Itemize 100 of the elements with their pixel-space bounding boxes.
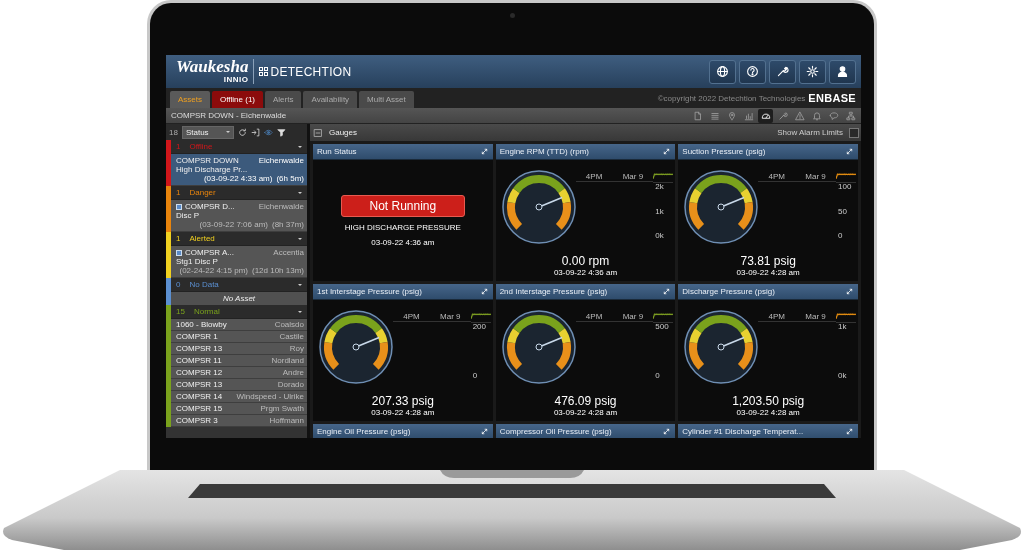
axis-label: Mar 9 <box>622 312 644 321</box>
warning-icon <box>794 110 805 121</box>
asset-row[interactable]: COMPSR 13 Roy <box>171 343 307 355</box>
tab[interactable]: Availability <box>303 91 358 108</box>
asset-row[interactable]: COMPSR DOWN Eichenwalde High Discharge Pr... (03-09-22 4:33 am) (6h 5m) <box>171 154 307 186</box>
group-header[interactable]: 1 Danger <box>171 186 307 200</box>
asset-name: COMPSR 3 <box>176 416 218 425</box>
group-count: 15 <box>176 307 185 316</box>
asset-name: COMPSR 12 <box>176 368 223 377</box>
group-label: Alerted <box>189 234 215 243</box>
reading-time: 03-09-22 4:36 am <box>552 268 619 277</box>
asset-count: 18 <box>169 127 178 137</box>
status-reason: HIGH DISCHARGE PRESSURE <box>344 222 461 232</box>
asset-name: COMPSR DOWN <box>176 156 239 165</box>
site-name: Eichenwalde <box>258 202 304 211</box>
globe-button[interactable] <box>709 59 736 84</box>
expand-icon <box>662 287 672 296</box>
gauge-value: 73.81 psig <box>739 254 797 268</box>
asset-row[interactable]: COMPSR 1 Castile <box>171 331 307 343</box>
grid-icon <box>259 67 269 76</box>
hierarchy-icon <box>845 110 856 121</box>
product-name: DETECHTION <box>270 64 352 79</box>
asset-name: COMPSR 13 <box>176 380 223 389</box>
asset-name: COMPSR 15 <box>176 404 223 413</box>
view-button[interactable] <box>758 108 773 123</box>
group-label: No Data <box>189 280 219 289</box>
tab[interactable]: Offline (1) <box>212 91 263 108</box>
gauge-needle <box>717 336 746 351</box>
group-header[interactable]: 0 No Data <box>171 278 307 292</box>
wrench-icon <box>776 65 789 78</box>
empty-message: No Asset <box>222 294 256 303</box>
asset-row[interactable]: 1060 - Blowby Coalsdo <box>171 319 307 331</box>
card-title: 2nd Interstage Pressure (psig) <box>499 287 608 296</box>
site-name: Prgm Swath <box>260 404 304 413</box>
asset-row[interactable]: COMPSR A... Accentia Stg1 Disc P (02-24-22 4:15 pm) (12d 10h 13m) <box>171 246 307 278</box>
gauge-value: 1,203.50 psig <box>731 394 806 408</box>
asset-name: COMPSR 13 <box>176 344 223 353</box>
checkbox[interactable] <box>849 127 859 138</box>
gauge-needle <box>717 196 746 211</box>
list-icon <box>709 110 720 121</box>
refresh-icon <box>237 127 247 137</box>
axis-label: 100 <box>838 182 853 191</box>
asset-row[interactable]: COMPSR 14 Windspeed - Ulrike <box>171 391 307 403</box>
alarm-limits-label: Show Alarm Limits <box>777 128 843 137</box>
group-label: Offline <box>189 142 213 151</box>
asset-name: COMPSR 11 <box>176 356 222 365</box>
group-count: 0 <box>176 280 181 289</box>
breadcrumb: COMPSR DOWN - Eichenwalde <box>171 111 287 120</box>
asset-row[interactable]: COMPSR 15 Prgm Swath <box>171 403 307 415</box>
expand-icon <box>479 287 489 296</box>
brand-subtitle: INNIO <box>223 75 249 84</box>
alarm-duration: (8h 37m) <box>272 220 304 229</box>
axis-label: 200 <box>472 322 487 331</box>
asset-row[interactable]: COMPSR D... Eichenwalde Disc P (03-09-22 7:06 am) (8h 37m) <box>171 200 307 232</box>
user-button[interactable] <box>829 59 856 84</box>
site-name: Hoffmann <box>269 416 304 425</box>
asset-row[interactable]: COMPSR 12 Andre <box>171 367 307 379</box>
card-title: Engine Oil Pressure (psig) <box>317 427 411 436</box>
alarm-detail: Stg1 Disc P <box>176 257 218 266</box>
tab[interactable]: Alerts <box>265 91 302 108</box>
group-header[interactable]: 1 Alerted <box>171 232 307 246</box>
axis-label: 4PM <box>585 312 603 321</box>
status-badge: Not Running <box>340 194 465 217</box>
alarm-detail: High Discharge Pr... <box>176 165 248 174</box>
asset-row[interactable]: COMPSR 11 Nordland <box>171 355 307 367</box>
reading-time: 03-09-22 4:28 am <box>370 408 436 417</box>
gauge-value: 0.00 rpm <box>560 254 611 268</box>
reading-time: 03-09-22 4:28 am <box>552 408 619 417</box>
axis-label: 4PM <box>768 312 785 321</box>
alarm-time: (03-09-22 4:33 am) <box>203 174 273 183</box>
card-title: Cylinder #1 Discharge Temperat... <box>682 427 804 436</box>
card-title: Engine RPM (TTD) (rpm) <box>499 147 589 156</box>
axis-label: 0 <box>655 371 661 380</box>
gauge-needle <box>352 336 380 351</box>
asset-row[interactable]: COMPSR 3 Hoffmann <box>171 415 307 427</box>
settings-button[interactable] <box>799 59 826 84</box>
card-title: Suction Pressure (psig) <box>682 147 766 156</box>
sort-select[interactable]: Status <box>181 125 234 139</box>
wrench-button[interactable] <box>769 59 796 84</box>
collapse-icon <box>313 127 323 138</box>
group-count: 1 <box>176 234 181 243</box>
expand-icon <box>662 147 672 156</box>
webcam-icon <box>510 13 515 18</box>
asset-row[interactable]: COMPSR 13 Dorado <box>171 379 307 391</box>
axis-label: 1k <box>838 322 848 331</box>
site-name: Nordland <box>271 356 304 365</box>
axis-label: 50 <box>838 206 848 216</box>
axis-label: Mar 9 <box>805 312 826 321</box>
site-name: Eichenwalde <box>258 156 304 165</box>
alarm-time: (03-09-22 7:06 am) <box>199 220 268 229</box>
alarm-detail: Disc P <box>176 211 200 220</box>
site-name: Roy <box>289 344 304 353</box>
group-header[interactable]: 15 Normal <box>171 305 307 319</box>
tab[interactable]: Multi Asset <box>359 91 414 108</box>
site-name: Castile <box>279 332 304 341</box>
help-button[interactable] <box>739 59 766 84</box>
axis-label: 2k <box>655 182 665 191</box>
group-count: 1 <box>176 142 181 151</box>
gauge-needle <box>535 196 563 211</box>
axis-label: 0 <box>472 371 479 380</box>
